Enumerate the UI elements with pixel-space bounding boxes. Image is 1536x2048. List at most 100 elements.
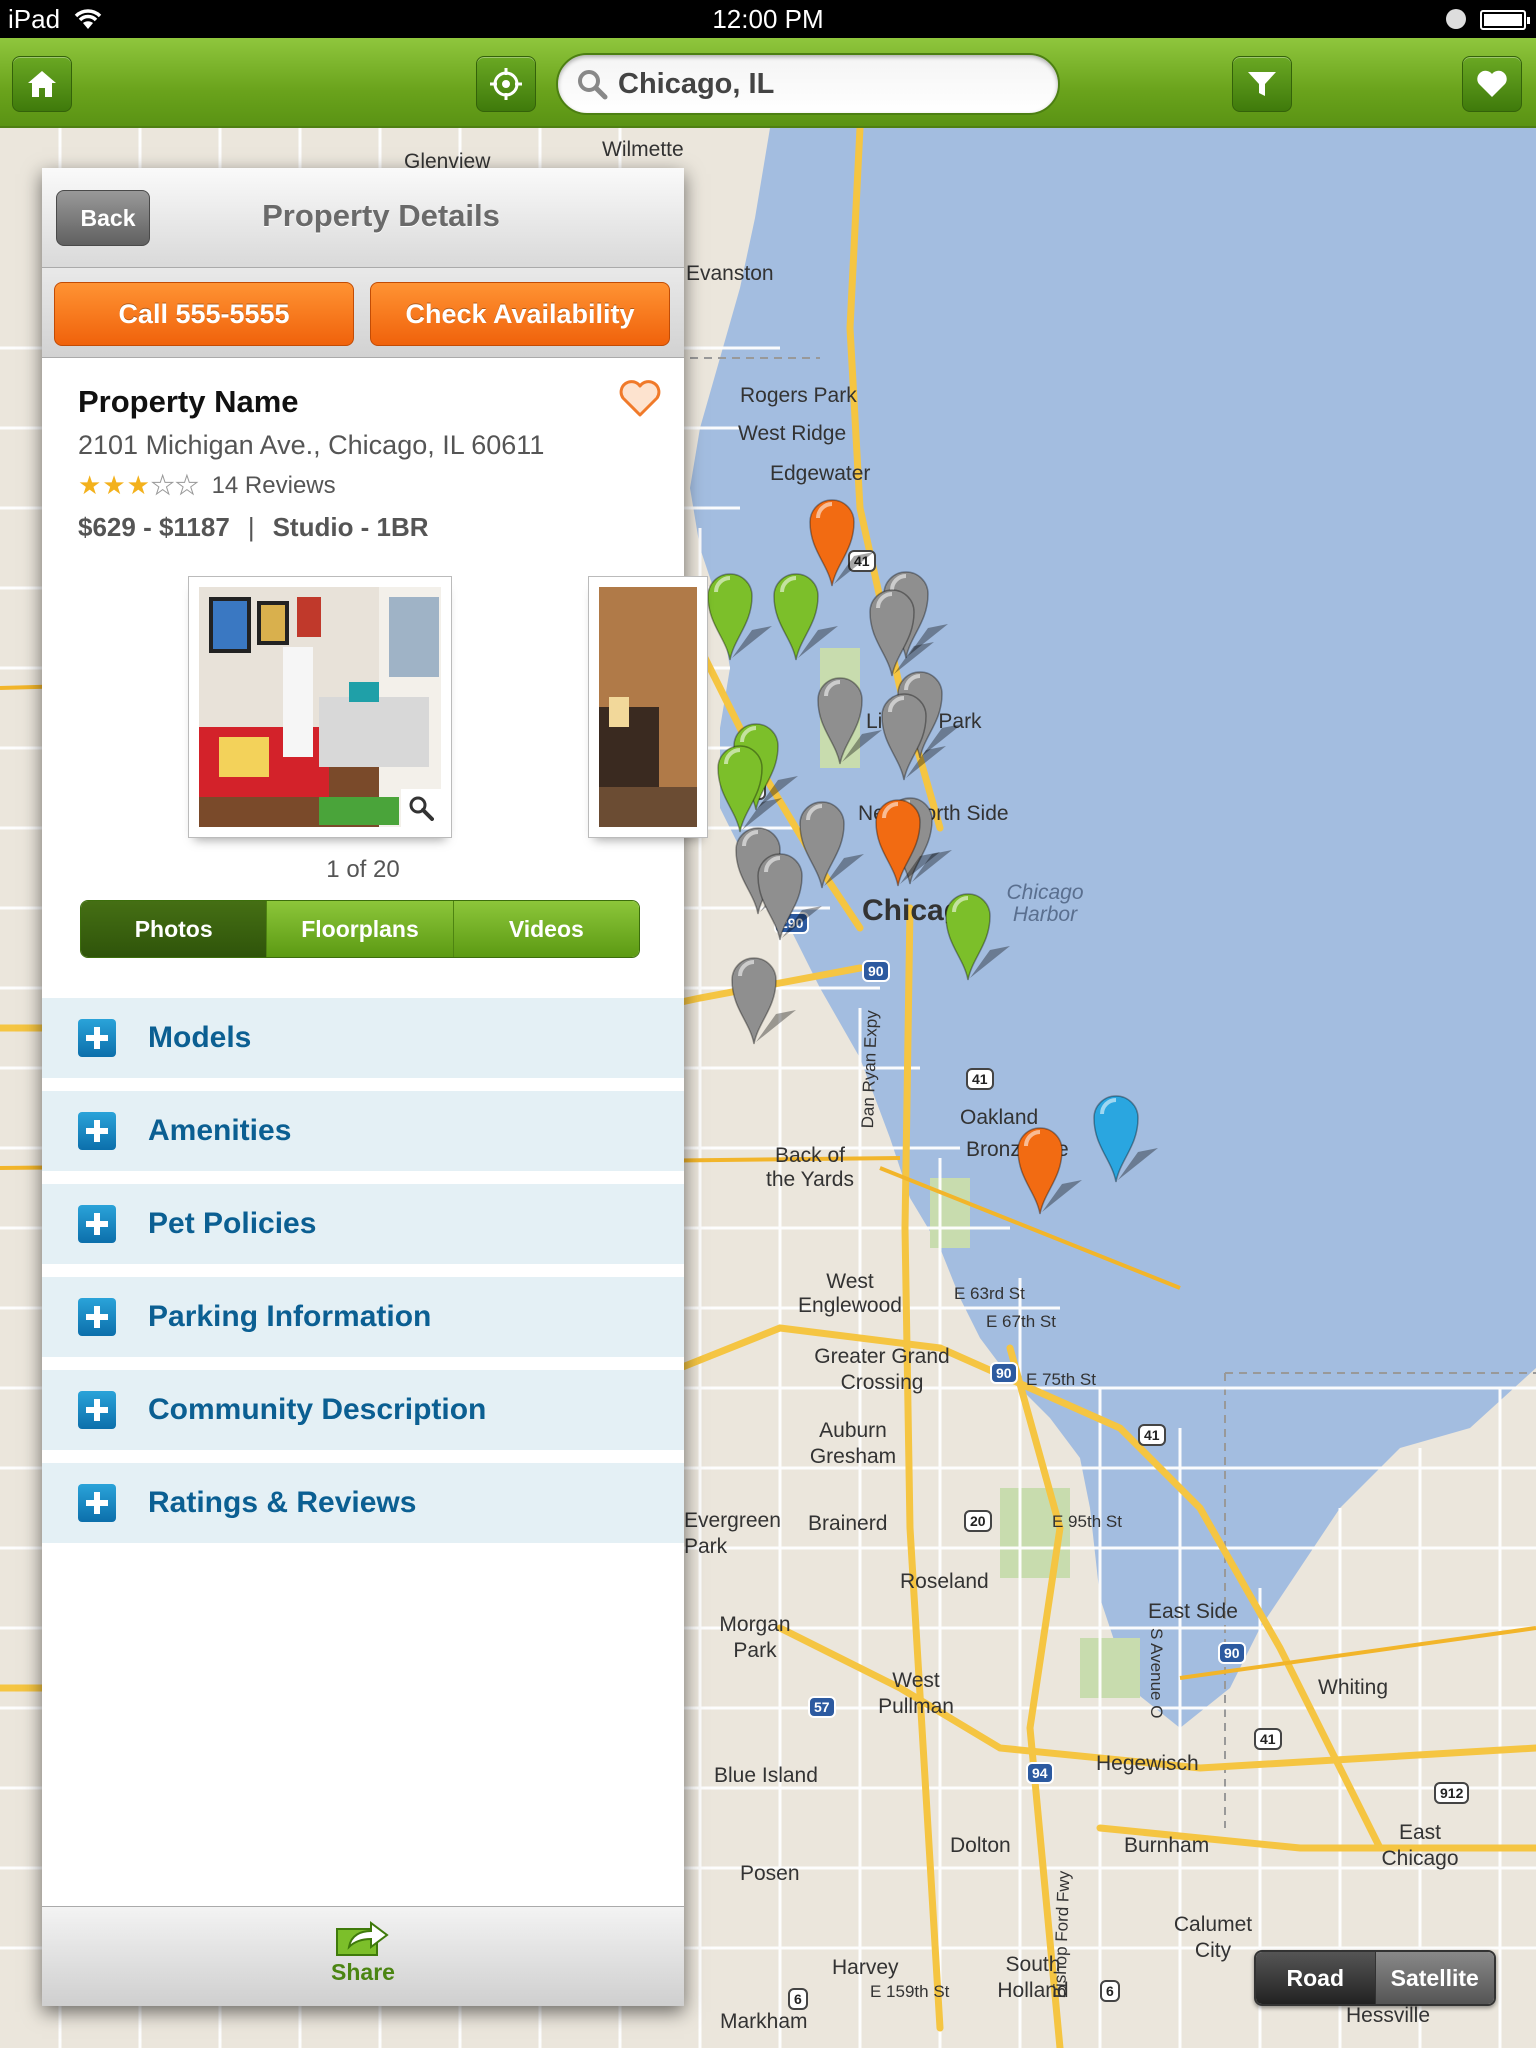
highway-shield: 41 bbox=[1138, 1424, 1166, 1446]
star-filled-icon: ★ bbox=[102, 470, 127, 500]
unit-types: Studio - 1BR bbox=[272, 512, 429, 542]
highway-shield: 41 bbox=[966, 1068, 994, 1090]
highway-shield: 94 bbox=[1026, 1762, 1054, 1784]
highway-shield: 41 bbox=[1254, 1728, 1282, 1750]
check-availability-button[interactable]: Check Availability bbox=[370, 282, 670, 346]
battery-icon bbox=[1480, 10, 1530, 30]
star-filled-icon: ★ bbox=[126, 470, 151, 500]
next-photo-card[interactable] bbox=[588, 576, 708, 838]
map-label: West Pullman bbox=[878, 1669, 954, 1718]
zoom-button[interactable] bbox=[401, 789, 441, 827]
section-parking-information[interactable]: Parking Information bbox=[42, 1277, 684, 1357]
expand-plus-icon bbox=[78, 1484, 116, 1522]
map-label: Morgan Park bbox=[719, 1613, 791, 1662]
highway-shield: 20 bbox=[964, 1510, 992, 1532]
green-map-pin[interactable] bbox=[944, 888, 1034, 988]
favorites-button[interactable] bbox=[1462, 56, 1522, 112]
star-empty-icon: ★ bbox=[175, 470, 200, 501]
highway-shield: 912 bbox=[1434, 1782, 1470, 1804]
search-icon bbox=[578, 70, 608, 100]
gray-map-pin[interactable] bbox=[730, 952, 820, 1052]
section-amenities[interactable]: Amenities bbox=[42, 1091, 684, 1171]
star-rating: ★★★★★ 14 Reviews bbox=[78, 470, 336, 501]
map-label: Whiting bbox=[1318, 1676, 1389, 1699]
status-time: 12:00 PM bbox=[712, 4, 824, 34]
highway-shield: 6 bbox=[788, 1988, 808, 2010]
detail-sections: Models Amenities Pet Policies Parking In… bbox=[42, 998, 684, 1556]
home-icon bbox=[28, 71, 56, 97]
street-label: E 63rd St bbox=[954, 1284, 1025, 1303]
favorite-heart-icon[interactable] bbox=[618, 380, 662, 418]
map-label: Wilmette bbox=[602, 138, 684, 161]
star-empty-icon: ★ bbox=[150, 470, 176, 501]
highway-shield: 90 bbox=[1218, 1642, 1246, 1664]
map-label: Calumet City bbox=[1173, 1913, 1253, 1962]
satellite-map-button[interactable]: Satellite bbox=[1374, 1952, 1494, 2004]
filter-button[interactable] bbox=[1232, 56, 1292, 112]
tab-photos[interactable]: Photos bbox=[81, 901, 267, 957]
gray-map-pin[interactable] bbox=[756, 848, 846, 948]
street-label: E 67th St bbox=[986, 1312, 1056, 1331]
tab-videos[interactable]: Videos bbox=[452, 901, 639, 957]
share-button[interactable]: Share bbox=[42, 1919, 684, 1986]
section-label: Models bbox=[148, 1021, 252, 1054]
stars-icon: ★★★★★ bbox=[78, 470, 200, 501]
tab-floorplans[interactable]: Floorplans bbox=[266, 901, 453, 957]
section-label: Ratings & Reviews bbox=[148, 1486, 417, 1519]
filter-icon bbox=[1248, 72, 1276, 96]
section-label: Community Description bbox=[148, 1393, 487, 1426]
location-search-field[interactable] bbox=[556, 53, 1060, 115]
call-button[interactable]: Call 555-5555 bbox=[54, 282, 354, 346]
map-label: Markham bbox=[720, 2010, 808, 2033]
map-label: Brainerd bbox=[808, 1512, 888, 1535]
price-range: $629 - $1187 bbox=[78, 512, 230, 542]
map-label: Greater Grand Crossing bbox=[814, 1345, 950, 1394]
map-label: Edgewater bbox=[770, 462, 871, 485]
price-line: $629 - $1187 | Studio - 1BR bbox=[78, 512, 429, 543]
living-room-photo bbox=[599, 587, 697, 827]
map-label: East Chicago bbox=[1381, 1821, 1459, 1870]
search-input[interactable] bbox=[618, 61, 1038, 107]
highway-shield: 6 bbox=[1100, 1980, 1120, 2002]
review-count[interactable]: 14 Reviews bbox=[212, 472, 336, 500]
magnifier-icon bbox=[409, 796, 434, 821]
property-details-panel: Back Property Details Call 555-5555 Chec… bbox=[42, 168, 708, 2006]
map-label: Back of the Yards bbox=[766, 1144, 854, 1191]
map-label: Evergreen Park bbox=[684, 1509, 781, 1558]
map-label: Auburn Gresham bbox=[809, 1419, 897, 1468]
expand-plus-icon bbox=[78, 1298, 116, 1336]
media-tabs: Photos Floorplans Videos bbox=[80, 900, 640, 958]
panel-title: Property Details bbox=[262, 198, 500, 233]
home-button[interactable] bbox=[12, 56, 72, 112]
section-models[interactable]: Models bbox=[42, 998, 684, 1078]
heart-icon bbox=[1477, 70, 1507, 97]
orange-map-pin[interactable] bbox=[1016, 1122, 1106, 1222]
map-label: Dolton bbox=[950, 1834, 1011, 1857]
street-label: E 95th St bbox=[1052, 1512, 1122, 1531]
photo-card[interactable] bbox=[188, 576, 452, 838]
panel-header: Back Property Details bbox=[42, 168, 684, 268]
alarm-icon bbox=[1446, 9, 1466, 29]
section-community-description[interactable]: Community Description bbox=[42, 1370, 684, 1450]
map-label: East Side bbox=[1148, 1600, 1238, 1623]
share-label: Share bbox=[331, 1959, 395, 1985]
expand-plus-icon bbox=[78, 1112, 116, 1150]
highway-shield: 90 bbox=[862, 960, 890, 982]
action-bar: Call 555-5555 Check Availability bbox=[42, 268, 684, 358]
property-photo[interactable] bbox=[199, 587, 441, 827]
map-label: West Ridge bbox=[738, 422, 847, 445]
property-address: 2101 Michigan Ave., Chicago, IL 60611 bbox=[78, 430, 545, 460]
road-map-button[interactable]: Road bbox=[1256, 1952, 1375, 2004]
section-label: Parking Information bbox=[148, 1300, 432, 1333]
green-map-pin[interactable] bbox=[772, 568, 862, 668]
section-pet-policies[interactable]: Pet Policies bbox=[42, 1184, 684, 1264]
panel-footer: Share bbox=[42, 1906, 684, 2006]
status-bar: iPad 12:00 PM bbox=[0, 0, 1536, 38]
gray-map-pin[interactable] bbox=[880, 688, 970, 788]
section-ratings-reviews[interactable]: Ratings & Reviews bbox=[42, 1463, 684, 1543]
street-label: S Avenue O bbox=[1147, 1628, 1166, 1719]
property-photo[interactable] bbox=[599, 587, 697, 827]
locate-me-button[interactable] bbox=[476, 56, 536, 112]
share-icon bbox=[336, 1921, 389, 1956]
map-label: Rogers Park bbox=[740, 384, 857, 407]
